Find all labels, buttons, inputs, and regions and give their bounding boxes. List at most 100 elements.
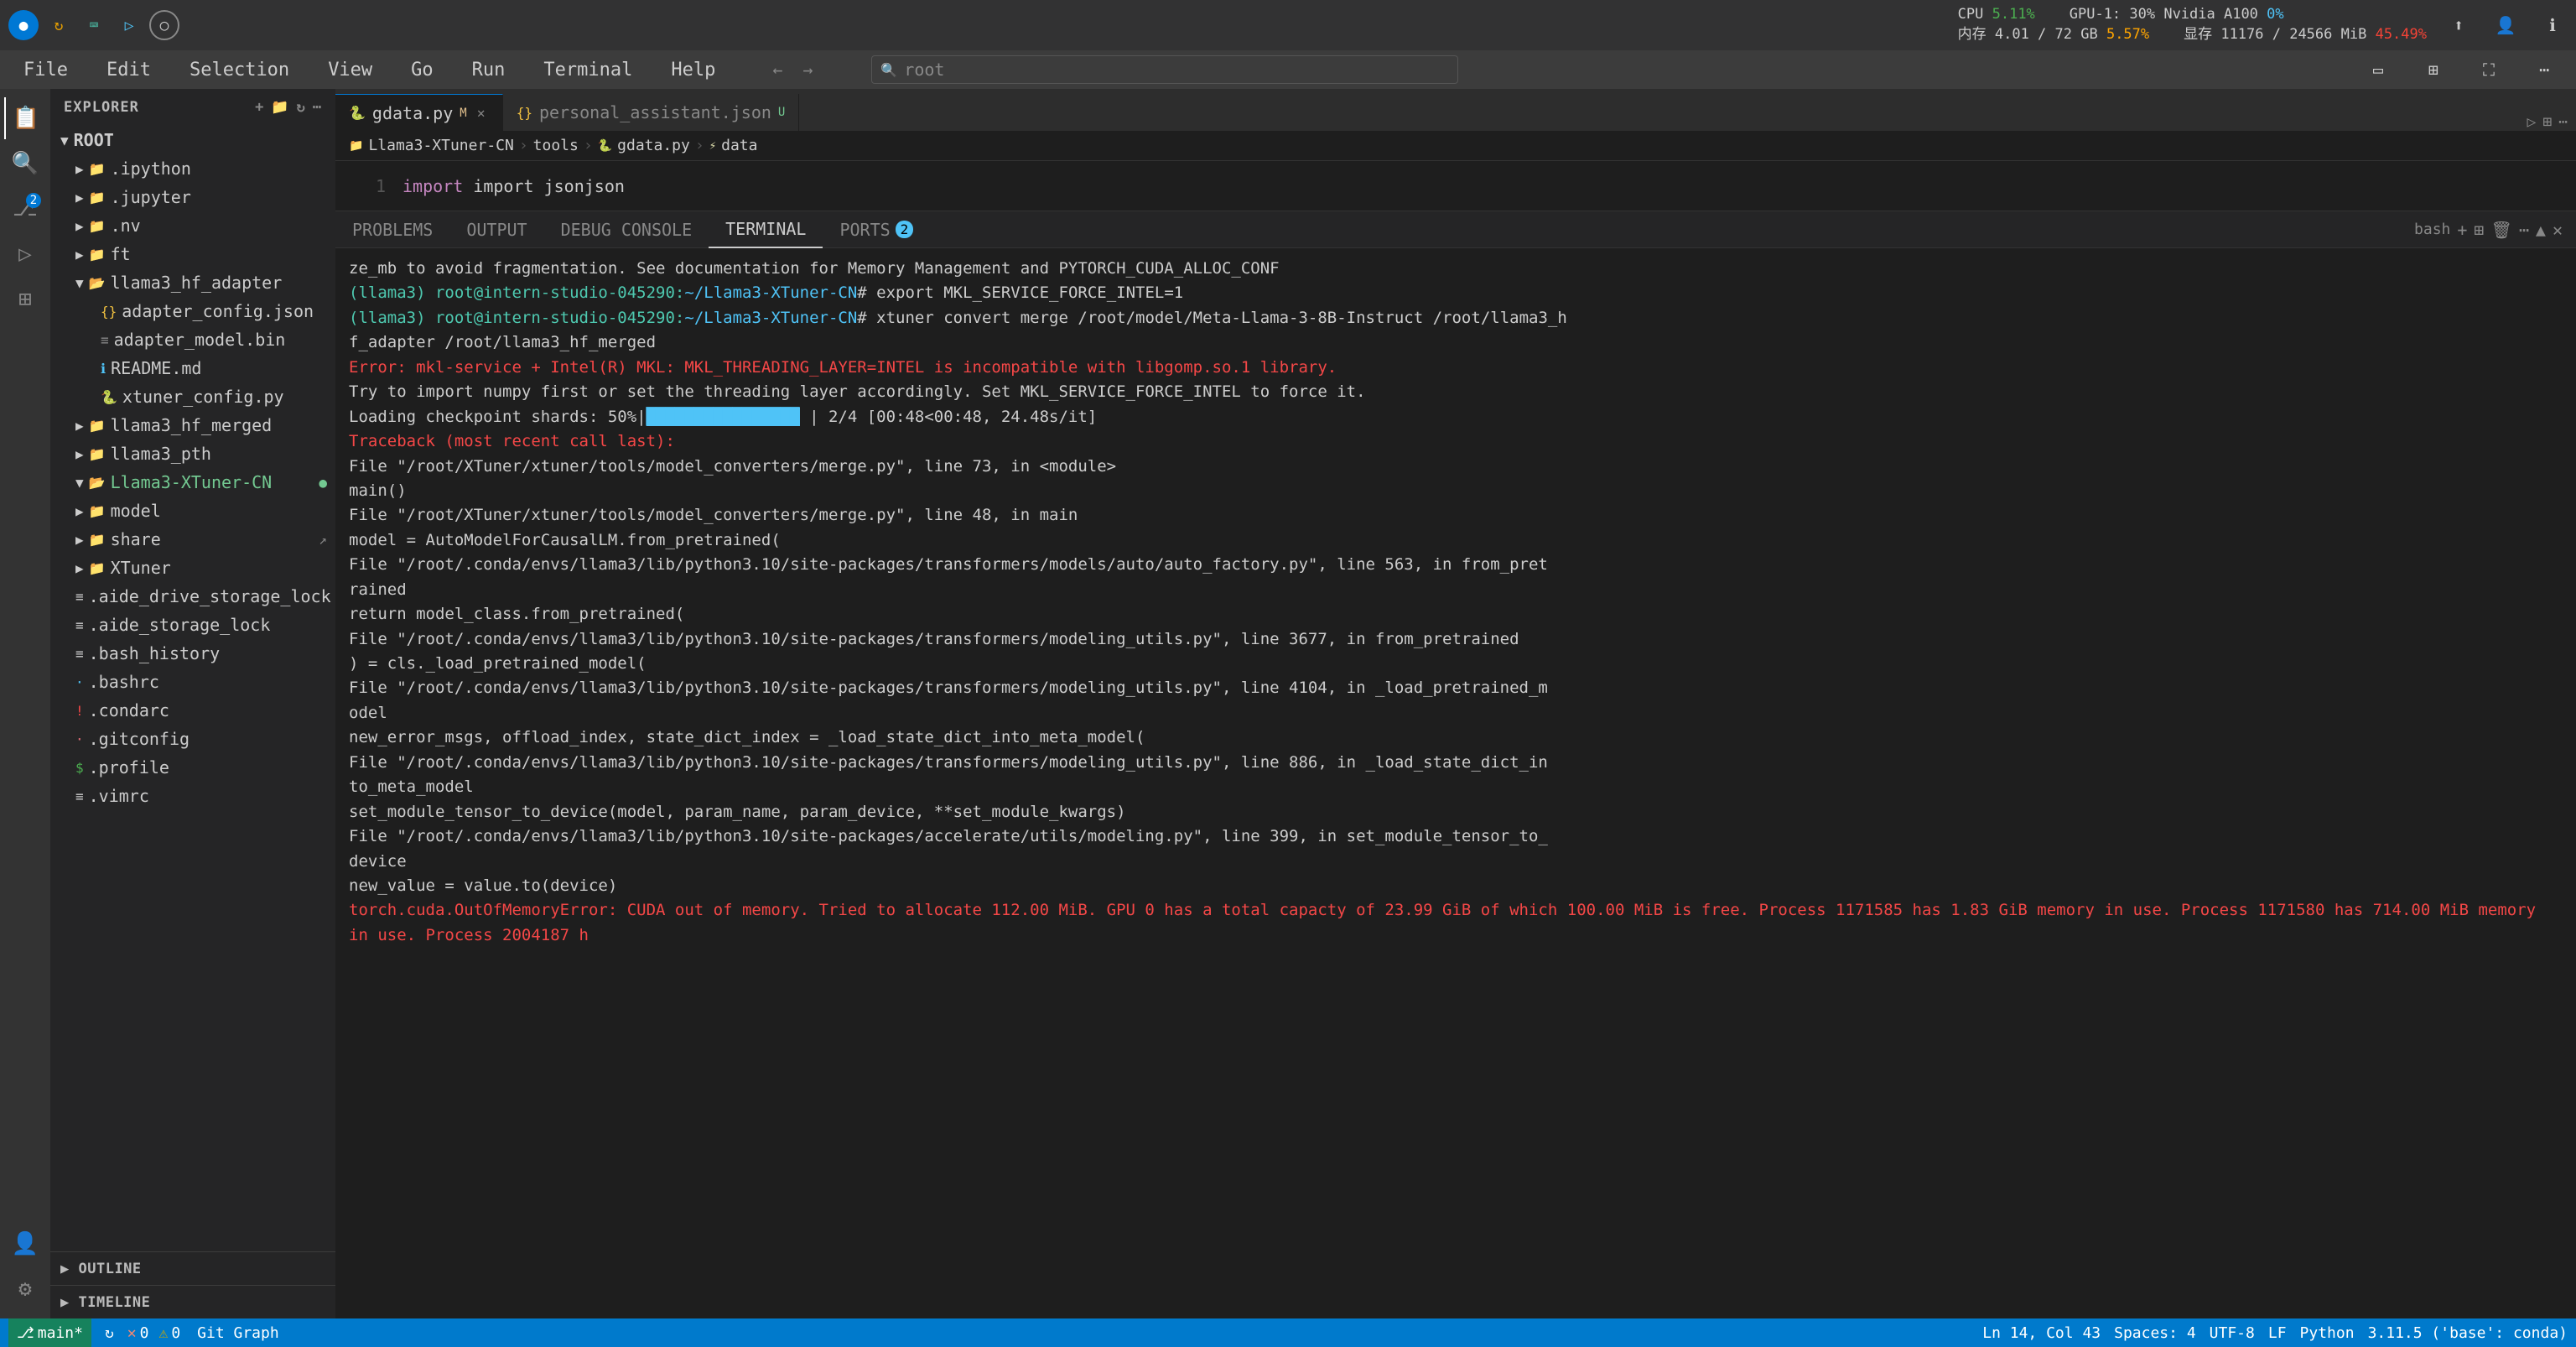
status-git-graph[interactable]: Git Graph (197, 1324, 279, 1342)
status-spaces[interactable]: Spaces: 4 (2114, 1324, 2196, 1342)
more-icon[interactable]: ⋯ (2529, 55, 2559, 85)
new-folder-icon[interactable]: 📁 (271, 99, 289, 116)
trash-terminal-icon[interactable]: 🗑 (2490, 220, 2511, 240)
upload-icon[interactable]: ⬆ (2444, 10, 2474, 40)
split-terminal-icon[interactable]: ⊞ (2474, 220, 2484, 240)
activity-settings[interactable]: ⚙ (4, 1268, 46, 1310)
tree-item-gitconfig[interactable]: · .gitconfig (50, 725, 335, 753)
tree-item-model[interactable]: ▶ 📁 model (50, 497, 335, 525)
folder-icon: 📂 (89, 475, 106, 491)
activity-explorer[interactable]: 📋 (4, 97, 46, 139)
tab-untracked-badge: U (778, 106, 785, 119)
file-icon: ≡ (75, 589, 84, 605)
menu-terminal[interactable]: Terminal (537, 56, 639, 84)
chevron-right-icon: ▶ (75, 560, 84, 576)
fullscreen-icon[interactable]: ⛶ (2474, 55, 2504, 85)
run-tab-icon[interactable]: ▷ (2527, 113, 2536, 131)
new-terminal-icon[interactable]: + (2457, 220, 2467, 240)
error-icon: ✕ (127, 1324, 137, 1342)
menu-file[interactable]: File (17, 56, 75, 84)
tree-item-nv[interactable]: ▶ 📁 .nv (50, 211, 335, 240)
terminal-line-progress: Loading checkpoint shards: 50%|█████████… (349, 405, 2563, 429)
search-bar[interactable]: 🔍 root (871, 55, 1458, 84)
tree-item-bash-history[interactable]: ≡ .bash_history (50, 639, 335, 668)
activity-extensions[interactable]: ⊞ (4, 278, 46, 320)
chevron-right-icon: ▶ (75, 532, 84, 548)
status-encoding[interactable]: UTF-8 (2210, 1324, 2255, 1342)
status-line-col[interactable]: Ln 14, Col 43 (1982, 1324, 2101, 1342)
circle-icon: ○ (149, 10, 179, 40)
tree-item-ft[interactable]: ▶ 📁 ft (50, 240, 335, 268)
tree-item-ipython[interactable]: ▶ 📁 .ipython (50, 154, 335, 183)
more-explorer-icon[interactable]: ⋯ (313, 99, 322, 116)
tree-item-jupyter[interactable]: ▶ 📁 .jupyter (50, 183, 335, 211)
status-errors[interactable]: ✕ 0 ⚠ 0 (127, 1324, 184, 1342)
tree-item-share[interactable]: ▶ 📁 share ↗ (50, 525, 335, 554)
more-tabs-icon[interactable]: ⋯ (2558, 113, 2568, 131)
menu-view[interactable]: View (321, 56, 379, 84)
menu-go[interactable]: Go (404, 56, 440, 84)
panel-toggle-icon[interactable]: ▭ (2363, 55, 2393, 85)
collapse-terminal-icon[interactable]: ▲ (2536, 220, 2546, 240)
editor-main: 1 import import json json PROBLEMS OUTPU… (335, 161, 2576, 1318)
tree-item-adapter-config[interactable]: {} adapter_config.json (50, 297, 335, 325)
tab-output[interactable]: OUTPUT (449, 211, 543, 248)
tab-close-button[interactable]: ✕ (474, 106, 489, 121)
tree-item-aide-storage[interactable]: ≡ .aide_storage_lock (50, 611, 335, 639)
ram-pct: 5.57% (2106, 26, 2149, 43)
activity-search[interactable]: 🔍 (4, 143, 46, 185)
tab-problems[interactable]: PROBLEMS (335, 211, 449, 248)
tree-item-readme[interactable]: ℹ README.md (50, 354, 335, 382)
tree-item-llama3-merged[interactable]: ▶ 📁 llama3_hf_merged (50, 411, 335, 439)
folder-icon: 📁 (89, 560, 106, 576)
activity-git[interactable]: ⎇ 2 (4, 188, 46, 230)
refresh-explorer-icon[interactable]: ↻ (297, 99, 306, 116)
tab-ports[interactable]: PORTS 2 (823, 211, 930, 248)
tree-item-condarc[interactable]: ! .condarc (50, 696, 335, 725)
menu-help[interactable]: Help (664, 56, 722, 84)
status-eol[interactable]: LF (2268, 1324, 2287, 1342)
tree-item-llama3-hf-adapter[interactable]: ▼ 📂 llama3_hf_adapter (50, 268, 335, 297)
activity-run[interactable]: ▷ (4, 233, 46, 275)
code-editor[interactable]: 1 import import json json (335, 161, 2576, 211)
info-icon[interactable]: ℹ (2537, 10, 2568, 40)
timeline-section[interactable]: ▶ TIMELINE (50, 1285, 335, 1318)
tree-item-llama3-xtuner-cn[interactable]: ▼ 📂 Llama3-XTuner-CN ● (50, 468, 335, 497)
outline-section[interactable]: ▶ OUTLINE (50, 1251, 335, 1285)
tree-root[interactable]: ▼ ROOT (50, 126, 335, 154)
status-branch[interactable]: ⎇ main* (8, 1318, 91, 1347)
profile-icon[interactable]: 👤 (2490, 10, 2521, 40)
tab-personal-assistant[interactable]: {} personal_assistant.json U (503, 94, 800, 131)
menu-run[interactable]: Run (465, 56, 512, 84)
tree-item-llama3-pth[interactable]: ▶ 📁 llama3_pth (50, 439, 335, 468)
tree-item-profile[interactable]: $ .profile (50, 753, 335, 782)
refresh-icon[interactable]: ↻ (44, 10, 74, 40)
json-icon: {} (101, 304, 117, 320)
tree-item-vimrc[interactable]: ≡ .vimrc (50, 782, 335, 810)
more-terminal-icon[interactable]: ⋯ (2519, 220, 2529, 240)
activity-account[interactable]: 👤 (4, 1223, 46, 1265)
menu-selection[interactable]: Selection (183, 56, 296, 84)
tree-item-xtuner[interactable]: ▶ 📁 XTuner (50, 554, 335, 582)
split-editor-icon[interactable]: ⊞ (2542, 113, 2552, 131)
status-language[interactable]: Python (2300, 1324, 2355, 1342)
tree-item-aide-drive[interactable]: ≡ .aide_drive_storage_lock (50, 582, 335, 611)
tab-terminal[interactable]: TERMINAL (709, 211, 823, 248)
import-value: import json (473, 176, 584, 196)
status-version[interactable]: 3.11.5 ('base': conda) (2368, 1324, 2568, 1342)
tree-item-xtuner-config[interactable]: 🐍 xtuner_config.py (50, 382, 335, 411)
layout-icon[interactable]: ⊞ (2418, 55, 2449, 85)
tab-debug-console[interactable]: DEBUG CONSOLE (544, 211, 709, 248)
tree-item-bashrc[interactable]: · .bashrc (50, 668, 335, 696)
new-file-icon[interactable]: + (255, 99, 264, 116)
status-sync[interactable]: ↻ (105, 1324, 114, 1342)
git-badge: 2 (26, 193, 41, 208)
forward-arrow[interactable]: → (794, 56, 821, 83)
terminal-line-tb13b: device (349, 850, 2563, 874)
back-arrow[interactable]: ← (764, 56, 791, 83)
close-terminal-icon[interactable]: ✕ (2553, 220, 2563, 240)
tree-item-adapter-bin[interactable]: ≡ adapter_model.bin (50, 325, 335, 354)
terminal-content[interactable]: ze_mb to avoid fragmentation. See docume… (335, 248, 2576, 1318)
tab-gdata-py[interactable]: 🐍 gdata.py M ✕ (335, 94, 503, 131)
menu-edit[interactable]: Edit (100, 56, 158, 84)
